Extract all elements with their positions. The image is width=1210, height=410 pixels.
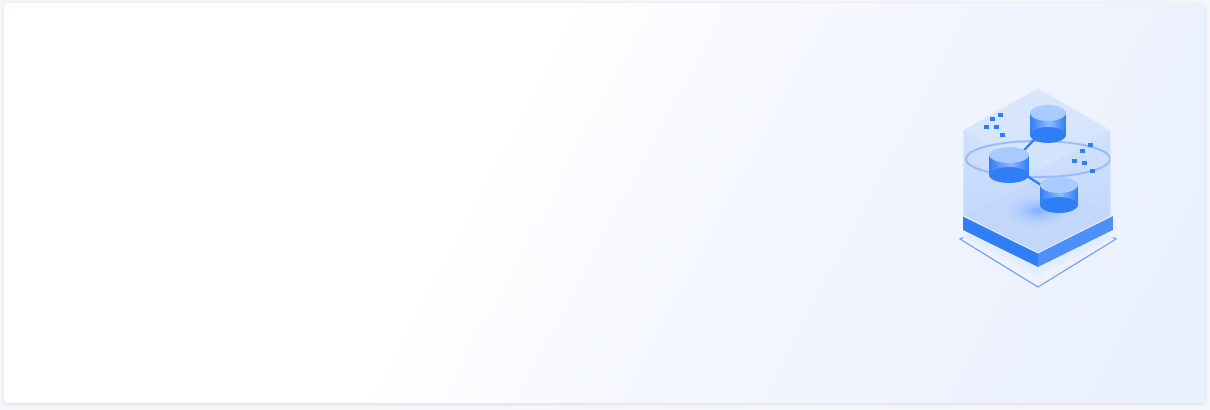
data-network-cube-icon (954, 83, 1122, 293)
banner-card (4, 3, 1205, 403)
